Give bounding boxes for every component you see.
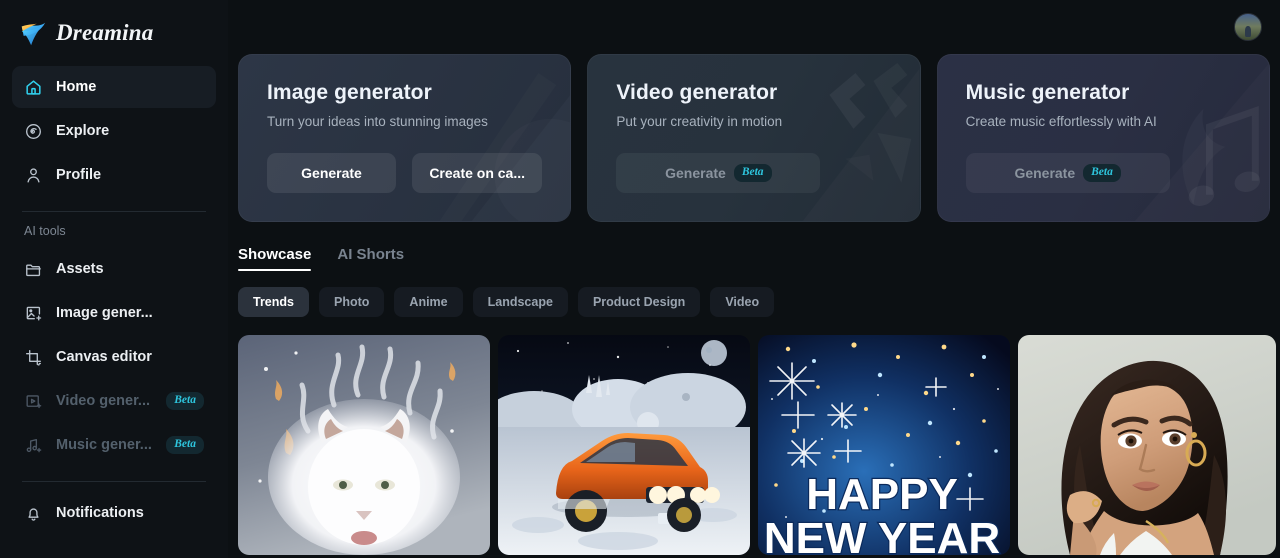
sidebar-item-profile-label: Profile bbox=[56, 167, 102, 183]
bell-icon bbox=[28, 507, 39, 521]
video-generator-beta-badge: Beta bbox=[166, 392, 204, 410]
showcase-gallery: HAPPY NEW YEAR bbox=[228, 317, 1280, 555]
sidebar-item-video-generator-label: Video gener... bbox=[56, 393, 151, 409]
hero-button-row: Generate Beta bbox=[616, 153, 891, 193]
tab-ai-shorts[interactable]: AI Shorts bbox=[337, 246, 404, 271]
sidebar-item-profile[interactable]: Profile bbox=[12, 154, 216, 196]
sidebar-item-music-generator-label: Music gener... bbox=[56, 437, 152, 453]
hero-button-row: Generate Create on ca... bbox=[267, 153, 543, 193]
music-generator-beta-badge: Beta bbox=[166, 436, 204, 454]
hero-card-video-generator[interactable]: Video generator Put your creativity in m… bbox=[587, 54, 921, 222]
video-generate-beta-badge: Beta bbox=[733, 164, 772, 182]
chip-video-label: Video bbox=[725, 295, 760, 309]
image-generate-button[interactable]: Generate bbox=[267, 153, 396, 193]
image-create-on-canvas-label: Create on ca... bbox=[429, 165, 526, 181]
sidebar-item-assets-label: Assets bbox=[56, 261, 104, 277]
hero-button-row: Generate Beta bbox=[965, 153, 1241, 193]
user-icon bbox=[27, 167, 40, 183]
music-generate-beta-badge: Beta bbox=[1083, 164, 1121, 182]
sidebar-divider-bottom bbox=[22, 481, 206, 482]
white-lion-flame-mane-image bbox=[238, 335, 490, 555]
image-add-icon bbox=[26, 306, 42, 321]
chip-anime-label: Anime bbox=[409, 295, 448, 309]
hero-card-row: Image generator Turn your ideas into stu… bbox=[228, 54, 1280, 222]
music-generate-button[interactable]: Generate Beta bbox=[965, 153, 1170, 193]
sidebar-item-canvas-editor-label: Canvas editor bbox=[56, 349, 152, 365]
sidebar-item-image-generator[interactable]: Image gener... bbox=[12, 292, 216, 334]
chip-landscape-label: Landscape bbox=[487, 295, 553, 309]
chip-landscape[interactable]: Landscape bbox=[472, 287, 568, 317]
chip-photo-label: Photo bbox=[334, 295, 370, 309]
sidebar-item-home[interactable]: Home bbox=[12, 66, 216, 108]
portrait-woman-image bbox=[1018, 335, 1276, 555]
music-generate-label: Generate bbox=[1014, 165, 1076, 181]
orange-car-on-moon-image bbox=[498, 335, 750, 555]
gallery-item-white-lion-flame-mane[interactable] bbox=[238, 335, 490, 555]
hero-subtitle: Create music effortlessly with AI bbox=[965, 114, 1157, 129]
chip-photo[interactable]: Photo bbox=[319, 287, 385, 317]
content-tabs: Showcase AI Shorts bbox=[228, 222, 1280, 271]
video-generate-label: Generate bbox=[665, 165, 726, 181]
chip-video[interactable]: Video bbox=[710, 287, 775, 317]
hero-title: Video generator bbox=[616, 81, 778, 104]
dreamina-arrow-logo-icon bbox=[21, 22, 46, 46]
chip-product-design[interactable]: Product Design bbox=[577, 287, 701, 317]
brand-logo-block[interactable]: Dreamina bbox=[12, 0, 216, 66]
happy-new-year-starfield-image: HAPPY NEW YEAR bbox=[758, 335, 1010, 555]
sidebar: Dreamina Home Explore Profile AI tools A… bbox=[0, 0, 228, 558]
chip-anime[interactable]: Anime bbox=[394, 287, 463, 317]
canvas-crop-icon bbox=[26, 349, 41, 365]
new-year-text-line2: NEW YEAR bbox=[764, 514, 1000, 555]
compass-icon bbox=[26, 123, 41, 139]
sidebar-item-assets[interactable]: Assets bbox=[12, 248, 216, 290]
sidebar-item-explore[interactable]: Explore bbox=[12, 110, 216, 152]
sidebar-item-notifications[interactable]: Notifications bbox=[12, 492, 216, 534]
gallery-item-orange-car-on-moon[interactable] bbox=[498, 335, 750, 555]
sidebar-group-title-ai-tools: AI tools bbox=[24, 224, 66, 238]
sidebar-item-image-generator-label: Image gener... bbox=[56, 305, 153, 321]
chip-trends-label: Trends bbox=[253, 295, 294, 309]
sidebar-item-home-label: Home bbox=[56, 79, 97, 95]
main-content: Image generator Turn your ideas into stu… bbox=[228, 0, 1280, 558]
hero-card-image-generator[interactable]: Image generator Turn your ideas into stu… bbox=[238, 54, 572, 222]
tab-ai-shorts-label: AI Shorts bbox=[337, 246, 405, 263]
hero-card-music-generator[interactable]: Music generator Create music effortlessl… bbox=[936, 54, 1270, 222]
chip-trends[interactable]: Trends bbox=[238, 287, 309, 317]
sidebar-item-notifications-label: Notifications bbox=[56, 505, 144, 521]
folder-icon bbox=[26, 263, 41, 276]
filter-chip-row: Trends Photo Anime Landscape Product Des… bbox=[228, 271, 1280, 317]
video-generate-button[interactable]: Generate Beta bbox=[616, 153, 821, 193]
hero-subtitle: Turn your ideas into stunning images bbox=[267, 114, 488, 129]
top-bar bbox=[228, 0, 1280, 54]
user-avatar[interactable] bbox=[1234, 13, 1262, 41]
home-icon bbox=[26, 79, 41, 95]
brand-name: Dreamina bbox=[56, 20, 154, 45]
tab-showcase[interactable]: Showcase bbox=[238, 246, 312, 271]
sidebar-item-video-generator[interactable]: Video gener... Beta bbox=[12, 380, 216, 422]
hero-title: Music generator bbox=[965, 81, 1130, 104]
tab-showcase-label: Showcase bbox=[238, 246, 312, 263]
gallery-item-happy-new-year-starfield[interactable]: HAPPY NEW YEAR bbox=[758, 335, 1010, 555]
chip-product-design-label: Product Design bbox=[592, 295, 686, 309]
sidebar-item-explore-label: Explore bbox=[56, 123, 110, 139]
gallery-item-portrait-woman[interactable] bbox=[1018, 335, 1276, 555]
video-add-icon bbox=[26, 394, 42, 408]
hero-title: Image generator bbox=[267, 81, 432, 104]
sidebar-item-music-generator[interactable]: Music gener... Beta bbox=[12, 424, 216, 466]
new-year-text-line1: HAPPY bbox=[806, 470, 958, 519]
sidebar-item-canvas-editor[interactable]: Canvas editor bbox=[12, 336, 216, 378]
hero-subtitle: Put your creativity in motion bbox=[616, 114, 783, 129]
image-generate-label: Generate bbox=[301, 165, 362, 181]
sidebar-divider-top bbox=[22, 211, 206, 212]
image-create-on-canvas-button[interactable]: Create on ca... bbox=[412, 153, 543, 193]
music-note-add-icon bbox=[26, 438, 42, 452]
app-root: Dreamina Home Explore Profile AI tools A… bbox=[0, 0, 1280, 558]
